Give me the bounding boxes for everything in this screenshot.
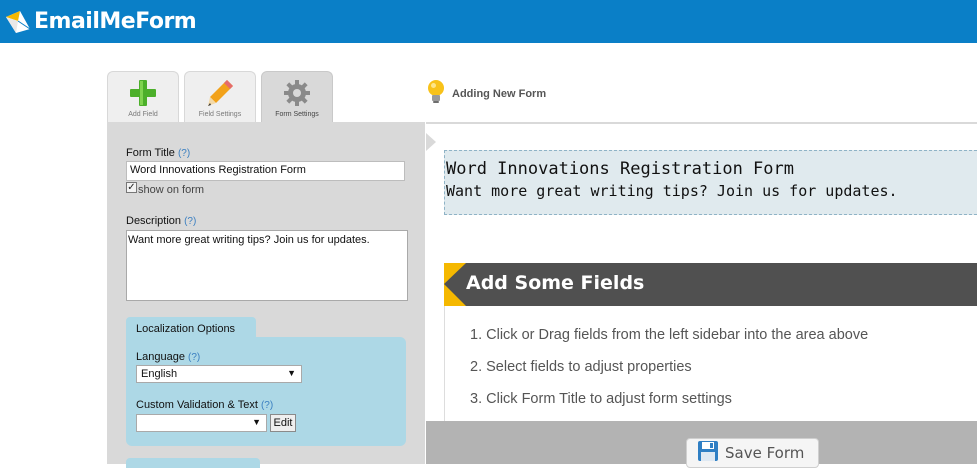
form-header[interactable]: Word Innovations Registration Form Want … xyxy=(444,150,977,215)
gear-icon xyxy=(282,78,312,113)
floppy-disk-icon xyxy=(697,440,719,467)
app-name: EmailMeForm xyxy=(34,8,197,34)
form-title-input[interactable]: Word Innovations Registration Form xyxy=(126,161,405,181)
envelope-logo-icon xyxy=(4,7,32,35)
instructions-list: 1. Click or Drag fields from the left si… xyxy=(470,325,868,421)
tab-form-settings[interactable]: Form Settings xyxy=(261,71,333,122)
custom-validation-select[interactable]: ▼ xyxy=(136,414,267,432)
banner-accent xyxy=(444,263,466,306)
top-bar: EmailMeForm xyxy=(0,0,977,43)
form-title-preview[interactable]: Word Innovations Registration Form xyxy=(446,158,977,180)
tab-add-field[interactable]: Add Field xyxy=(107,71,179,122)
plus-icon xyxy=(128,78,158,113)
pencil-icon xyxy=(205,78,235,113)
lightbulb-icon xyxy=(426,79,446,110)
custom-validation-help-link[interactable]: (?) xyxy=(261,400,273,411)
description-label: Description (?) xyxy=(126,215,197,227)
breadcrumb-text: Adding New Form xyxy=(452,88,547,100)
language-select-value: English xyxy=(141,368,178,380)
form-title-help-link[interactable]: (?) xyxy=(178,148,190,159)
tab-label: Form Settings xyxy=(275,111,319,118)
localization-tab[interactable]: Localization Options xyxy=(126,317,256,339)
app-logo[interactable]: EmailMeForm xyxy=(4,6,197,36)
panel-pointer xyxy=(426,133,436,151)
description-help-link[interactable]: (?) xyxy=(184,216,196,227)
list-item: 1. Click or Drag fields from the left si… xyxy=(470,327,869,343)
add-fields-title: Add Some Fields xyxy=(466,272,645,294)
show-on-form-label: show on form xyxy=(138,184,205,196)
tab-label: Add Field xyxy=(128,111,158,118)
form-title-label: Form Title (?) xyxy=(126,147,191,159)
next-section-tab[interactable] xyxy=(126,458,260,468)
add-fields-banner: Add Some Fields xyxy=(444,263,977,306)
show-on-form-checkbox[interactable]: ✓ xyxy=(126,182,137,193)
language-select[interactable]: English ▼ xyxy=(136,365,302,383)
language-help-link[interactable]: (?) xyxy=(188,352,200,363)
description-textarea[interactable]: Want more great writing tips? Join us fo… xyxy=(126,230,408,301)
tab-field-settings[interactable]: Field Settings xyxy=(184,71,256,122)
custom-validation-label: Custom Validation & Text (?) xyxy=(136,399,274,411)
list-item: 2. Select fields to adjust properties xyxy=(470,359,692,375)
save-form-label: Save Form xyxy=(725,444,805,462)
breadcrumb: Adding New Form xyxy=(426,79,547,110)
list-item: 3. Click Form Title to adjust form setti… xyxy=(470,391,732,407)
dropdown-caret-icon: ▼ xyxy=(252,417,261,427)
language-label: Language (?) xyxy=(136,351,201,363)
dropdown-caret-icon: ▼ xyxy=(287,368,296,378)
tab-label: Field Settings xyxy=(198,111,242,118)
localization-tab-label: Localization Options xyxy=(136,323,236,335)
form-description-preview[interactable]: Want more great writing tips? Join us fo… xyxy=(446,180,977,202)
edit-validation-button[interactable]: Edit xyxy=(270,414,296,432)
